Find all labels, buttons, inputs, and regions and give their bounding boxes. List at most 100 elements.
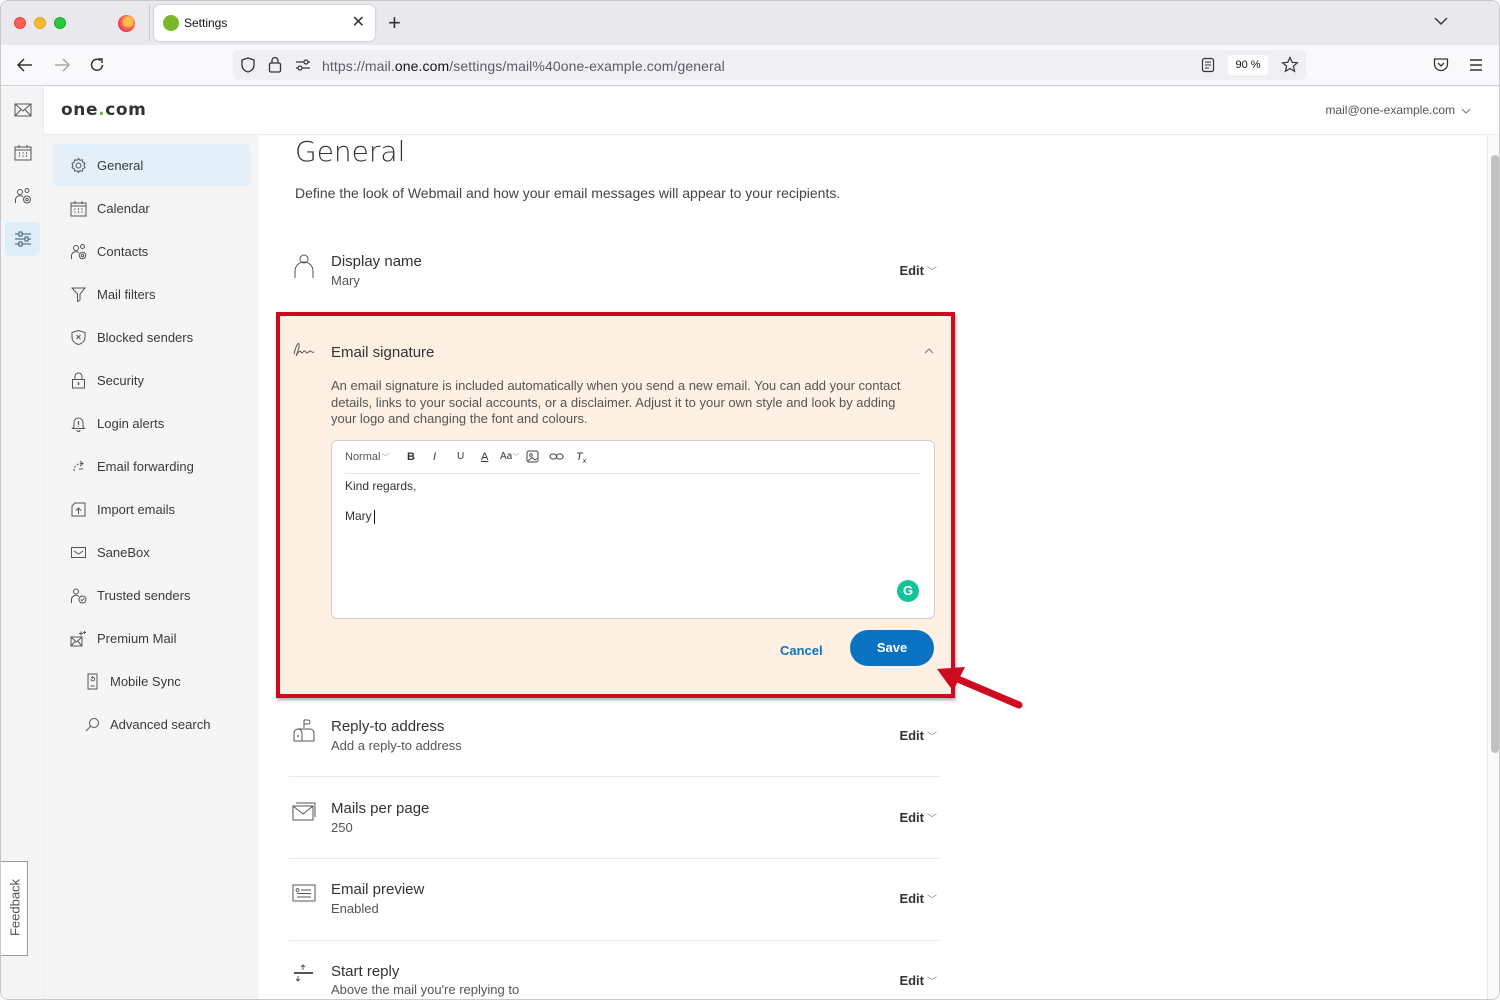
tab-separator [149, 5, 150, 41]
scrollbar-thumb[interactable] [1491, 155, 1499, 753]
setting-value: 250 [331, 820, 353, 835]
font-size-button[interactable]: Aa﹀ [500, 450, 519, 465]
chevron-down-icon: ﹀ [381, 453, 390, 462]
minimize-window-button[interactable] [34, 17, 46, 29]
sidebar-item-trusted-senders[interactable]: Trusted senders [53, 574, 250, 616]
text-caret [373, 509, 375, 524]
pocket-icon[interactable] [1432, 56, 1450, 74]
clear-format-button[interactable]: Tx [576, 450, 586, 469]
text-color-button[interactable]: A [481, 450, 488, 464]
url-bar[interactable]: https://mail.one.com/settings/mail%40one… [233, 50, 1306, 80]
cancel-button[interactable]: Cancel [780, 643, 823, 658]
lock-icon[interactable] [267, 55, 283, 74]
sidebar-item-calendar[interactable]: Calendar [53, 187, 250, 229]
signature-icon [293, 343, 315, 357]
rail-contacts[interactable] [5, 179, 40, 213]
sidebar-item-sanebox[interactable]: SaneBox [53, 531, 250, 573]
sidebar-label: Security [97, 373, 144, 388]
account-menu[interactable]: mail@one-example.com [1325, 103, 1471, 117]
edit-email-preview-button[interactable]: Edit ﹀ [899, 891, 937, 906]
forward-arrow-icon[interactable] [52, 55, 72, 75]
firefox-logo-icon [118, 15, 135, 32]
tab-settings[interactable]: Settings ✕ [154, 5, 375, 41]
sidebar-item-advanced-search[interactable]: Advanced search [53, 703, 250, 745]
sidebar-item-mobile-sync[interactable]: Mobile Sync [53, 660, 250, 702]
sidebar-item-blocked-senders[interactable]: Blocked senders [53, 316, 250, 358]
tab-strip: Settings ✕ + [1, 1, 1499, 45]
edit-start-reply-button[interactable]: Edit ﹀ [899, 973, 937, 988]
grammarly-icon[interactable]: G [897, 580, 919, 602]
sidebar-item-security[interactable]: Security [53, 359, 250, 401]
search-icon [85, 718, 99, 732]
save-button[interactable]: Save [850, 630, 934, 666]
page-description: Define the look of Webmail and how your … [295, 185, 841, 201]
edit-display-name-button[interactable]: Edit ﹀ [899, 263, 937, 278]
sanebox-icon [71, 547, 86, 558]
lock-icon [72, 372, 85, 389]
sidebar-label: Blocked senders [97, 330, 194, 345]
url-path: /settings/mail%40one-example.com/general [449, 58, 725, 74]
chevron-down-icon: ﹀ [927, 267, 937, 278]
insert-link-icon[interactable] [549, 450, 564, 463]
underline-button[interactable]: U [457, 450, 464, 464]
clear-format-label: T [576, 451, 583, 463]
calendar-icon [70, 201, 87, 217]
user-icon [294, 254, 314, 278]
maximize-window-button[interactable] [54, 17, 66, 29]
feedback-label: Feedback [7, 878, 23, 937]
signature-text-area[interactable]: Kind regards, Mary [345, 479, 416, 539]
content-scrollbar[interactable] [1487, 135, 1499, 999]
sidebar-item-email-forwarding[interactable]: Email forwarding [53, 445, 250, 487]
italic-button[interactable]: I [433, 450, 436, 464]
sidebar-item-mail-filters[interactable]: Mail filters [53, 273, 250, 315]
sidebar-item-contacts[interactable]: Contacts [53, 230, 250, 272]
new-tab-button[interactable]: + [388, 10, 401, 36]
navigation-bar: https://mail.one.com/settings/mail%40one… [1, 45, 1499, 86]
site-permissions-icon[interactable] [295, 58, 311, 72]
back-arrow-icon[interactable] [15, 55, 35, 75]
one-com-logo[interactable]: one.com [61, 100, 146, 120]
url-text[interactable]: https://mail.one.com/settings/mail%40one… [322, 58, 725, 74]
hamburger-menu-icon[interactable] [1468, 57, 1484, 73]
chevron-up-icon[interactable] [923, 346, 935, 356]
format-dropdown[interactable]: Normal﹀ [345, 450, 389, 465]
forward-icon [73, 460, 84, 472]
shield-icon[interactable] [239, 56, 257, 74]
signature-line-with-caret: Mary [345, 509, 416, 539]
rail-settings[interactable] [5, 222, 40, 256]
close-window-button[interactable] [14, 17, 26, 29]
zoom-level-badge[interactable]: 90 % [1228, 55, 1268, 75]
chevron-down-icon: ﹀ [927, 895, 937, 906]
url-host: one.com [394, 58, 450, 74]
annotation-arrow-icon [937, 667, 1023, 709]
reader-view-icon[interactable] [1201, 57, 1215, 73]
chevron-down-icon: ﹀ [927, 977, 937, 988]
setting-value: Above the mail you're replying to [331, 982, 520, 997]
signature-title: Email signature [331, 344, 435, 361]
envelope-icon [292, 802, 316, 821]
reload-icon[interactable] [87, 55, 107, 75]
import-icon [71, 502, 86, 517]
rail-mail[interactable] [5, 93, 40, 127]
sidebar-item-general[interactable]: General [53, 144, 250, 186]
edit-mails-per-page-button[interactable]: Edit ﹀ [899, 810, 937, 825]
feedback-button[interactable]: Feedback [1, 861, 28, 956]
edit-reply-to-button[interactable]: Edit ﹀ [899, 728, 937, 743]
sidebar-item-import-emails[interactable]: Import emails [53, 488, 250, 530]
bookmark-star-icon[interactable] [1281, 56, 1299, 74]
bold-button[interactable]: B [407, 450, 415, 464]
sidebar-item-premium-mail[interactable]: Premium Mail [53, 617, 250, 659]
setting-mails-per-page: Mails per page 250 Edit ﹀ [289, 800, 939, 859]
close-tab-icon[interactable]: ✕ [352, 12, 365, 32]
chevron-down-icon [1461, 108, 1471, 114]
tab-list-chevron-icon[interactable] [1433, 13, 1449, 29]
sidebar-item-login-alerts[interactable]: Login alerts [53, 402, 250, 444]
sidebar-label: Login alerts [97, 416, 165, 431]
rail-calendar[interactable] [5, 136, 40, 170]
insert-image-icon[interactable] [526, 450, 539, 463]
signature-description: An email signature is included automatic… [331, 378, 901, 426]
sidebar-label: Import emails [97, 502, 176, 517]
sidebar-label: Mobile Sync [110, 674, 181, 689]
font-size-label: Aa [500, 451, 513, 462]
url-prefix: https://mail. [322, 58, 395, 74]
